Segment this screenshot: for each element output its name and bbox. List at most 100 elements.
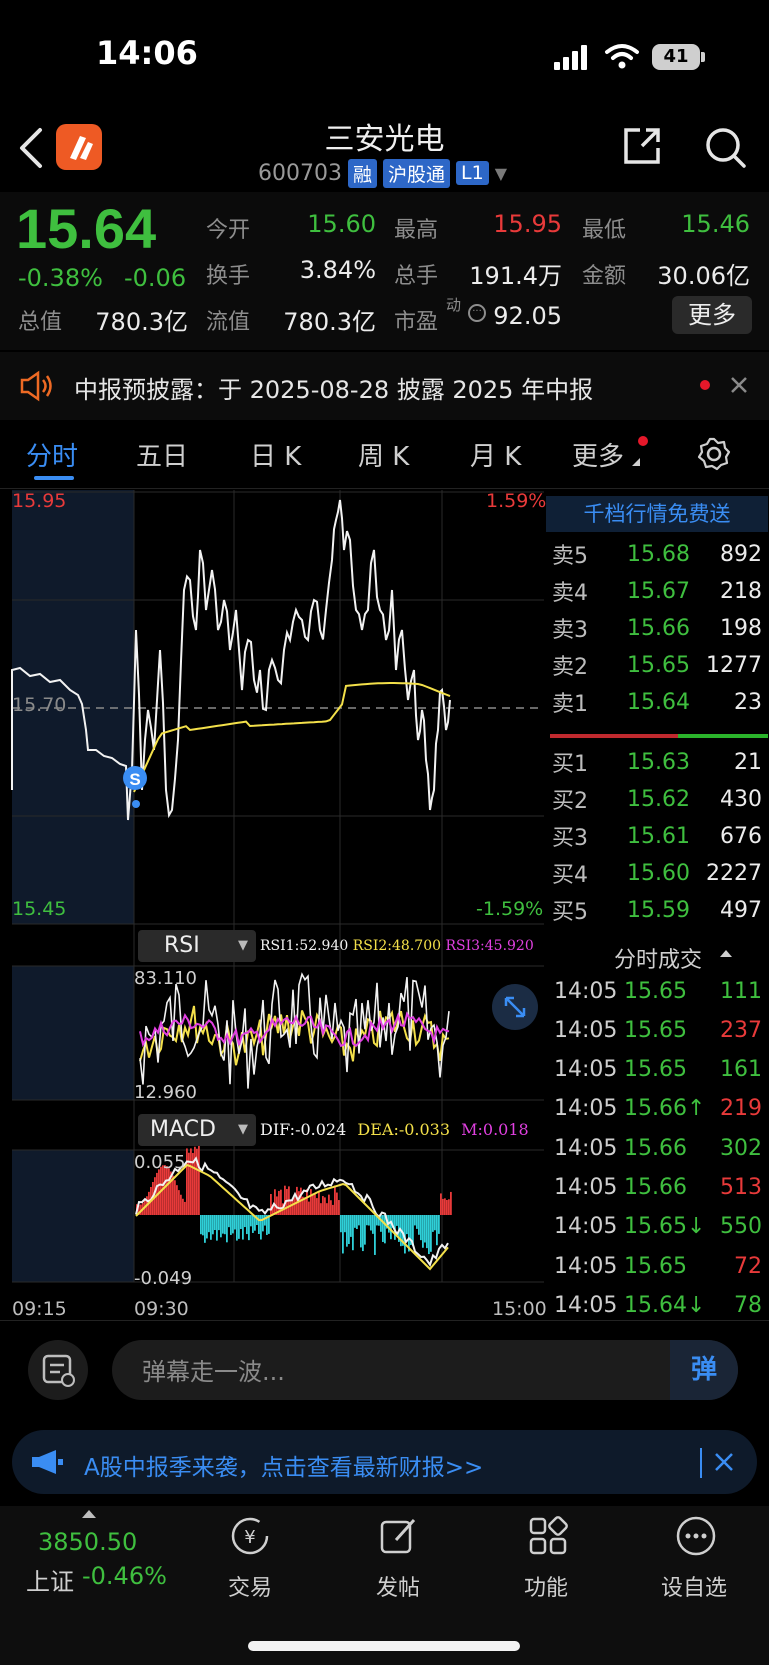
functions-icon[interactable] (526, 1514, 570, 1558)
macd-bar (354, 1215, 356, 1228)
macd-bar (242, 1215, 244, 1240)
home-indicator (248, 1641, 520, 1651)
ask-volume: 23 (734, 689, 762, 715)
ask-row[interactable]: 卖3 15.66 198 (552, 610, 762, 646)
info-icon[interactable]: ··· (468, 304, 486, 322)
chevron-down-icon[interactable]: ▼ (495, 164, 507, 183)
bid-row[interactable]: 买2 15.62 430 (552, 781, 762, 817)
ask-price: 15.67 (627, 578, 690, 604)
svg-text:¥: ¥ (244, 1527, 255, 1548)
rsi-values: RSI1:52.940 RSI2:48.700 RSI3:45.920 (260, 938, 534, 954)
ask-label: 卖4 (552, 581, 588, 606)
nav-trade[interactable]: 交易 (190, 1570, 310, 1602)
nav-add-watchlist[interactable]: 设自选 (634, 1570, 754, 1602)
macd-selector[interactable]: MACD ▼ (138, 1114, 256, 1146)
trade-row: 14:05 15.65 237 (554, 1011, 762, 1049)
quote-label: 总手 (394, 264, 439, 289)
macd-bar (358, 1215, 360, 1226)
macd-bar (420, 1215, 422, 1241)
bid-volume: 430 (720, 786, 762, 812)
settings-icon[interactable] (696, 436, 732, 472)
comment-list-button[interactable] (28, 1340, 88, 1400)
tab-weekly-k[interactable]: 周 K (358, 436, 409, 473)
danmu-button[interactable]: 弹 (670, 1340, 738, 1400)
expand-button[interactable] (492, 984, 538, 1030)
macd-bar (258, 1215, 260, 1235)
nav-post[interactable]: 发帖 (338, 1570, 458, 1602)
signal-marker-label: S (129, 770, 140, 789)
bid-row[interactable]: 买5 15.59 497 (552, 892, 762, 928)
ask-volume: 892 (720, 541, 762, 567)
rsi2-value: RSI2:48.700 (352, 938, 442, 954)
macd-bar (344, 1215, 346, 1233)
expand-icon (504, 996, 526, 1018)
macd-bar (264, 1215, 266, 1226)
ask-row[interactable]: 卖1 15.64 23 (552, 684, 762, 720)
bid-price: 15.62 (627, 786, 690, 812)
macd-bar (168, 1168, 170, 1215)
tab-daily-k[interactable]: 日 K (250, 436, 301, 473)
trades-header[interactable]: 分时成交 (614, 942, 702, 974)
quote-label: 流值 (206, 310, 251, 335)
tab-more[interactable]: 更多 (572, 436, 624, 473)
macd-bar (172, 1175, 174, 1215)
macd-bar (396, 1215, 398, 1226)
macd-bar (320, 1203, 322, 1215)
tab-underline (34, 476, 74, 480)
macd-bar (314, 1193, 316, 1215)
nav-functions[interactable]: 功能 (486, 1570, 606, 1602)
macd-bar (250, 1215, 252, 1227)
search-icon[interactable] (702, 124, 750, 172)
macd-bar (338, 1200, 340, 1215)
post-icon[interactable] (376, 1514, 420, 1558)
tag-connect[interactable]: 沪股通 (383, 158, 451, 188)
ask-row[interactable]: 卖4 15.67 218 (552, 573, 762, 609)
tab-five-day[interactable]: 五日 (136, 436, 188, 473)
ask-row[interactable]: 卖2 15.65 1277 (552, 647, 762, 683)
macd-bar (348, 1215, 350, 1245)
order-book-promo[interactable]: 千档行情免费送 (546, 496, 768, 532)
share-icon[interactable] (620, 124, 664, 168)
macd-bar (248, 1215, 250, 1241)
signal-icon (554, 45, 587, 70)
more-button[interactable]: 更多 (672, 296, 752, 334)
ask-label: 卖2 (552, 655, 588, 680)
trade-icon[interactable]: ¥ (228, 1514, 272, 1558)
macd-bar (294, 1197, 296, 1215)
speaker-icon (20, 370, 52, 402)
wifi-icon (605, 44, 639, 69)
macd-bar (324, 1197, 326, 1215)
bid-volume: 676 (720, 823, 762, 849)
tab-intraday[interactable]: 分时 (26, 436, 78, 473)
trade-price: 15.65↓ (624, 1214, 706, 1240)
tag-level[interactable]: L1 (456, 161, 489, 185)
bid-row[interactable]: 买3 15.61 676 (552, 818, 762, 854)
tag-margin[interactable]: 融 (347, 158, 377, 188)
macd-bar (290, 1200, 292, 1215)
macd-bar (178, 1190, 180, 1215)
rsi-selector[interactable]: RSI ▼ (138, 930, 256, 962)
index-value[interactable]: 3850.50 (38, 1528, 137, 1556)
macd-bar (416, 1215, 418, 1229)
macd-bar (440, 1193, 442, 1215)
time-label-close: 15:00 (492, 1298, 547, 1320)
more-dots-icon[interactable] (674, 1514, 718, 1558)
close-icon[interactable] (730, 376, 748, 394)
trade-time: 14:05 (554, 1017, 618, 1043)
index-name[interactable]: 上证 (26, 1562, 74, 1597)
quote-value: 780.3亿 (283, 308, 376, 336)
intraday-chart[interactable]: S (0, 490, 546, 1320)
bid-row[interactable]: 买1 15.63 21 (552, 744, 762, 780)
macd-min-label: -0.049 (134, 1268, 193, 1289)
index-change[interactable]: -0.46% (82, 1562, 167, 1590)
bid-row[interactable]: 买4 15.60 2227 (552, 855, 762, 891)
tab-monthly-k[interactable]: 月 K (470, 436, 521, 473)
ask-row[interactable]: 卖5 15.68 892 (552, 536, 762, 572)
stock-code: 600703 (258, 160, 342, 186)
macd-bar (380, 1215, 382, 1232)
rsi-min-label: 12.960 (134, 1082, 197, 1103)
close-icon[interactable] (714, 1452, 734, 1472)
macd-bar (274, 1189, 276, 1215)
caret-up-icon (720, 950, 732, 957)
quote-label: 最高 (394, 218, 439, 243)
